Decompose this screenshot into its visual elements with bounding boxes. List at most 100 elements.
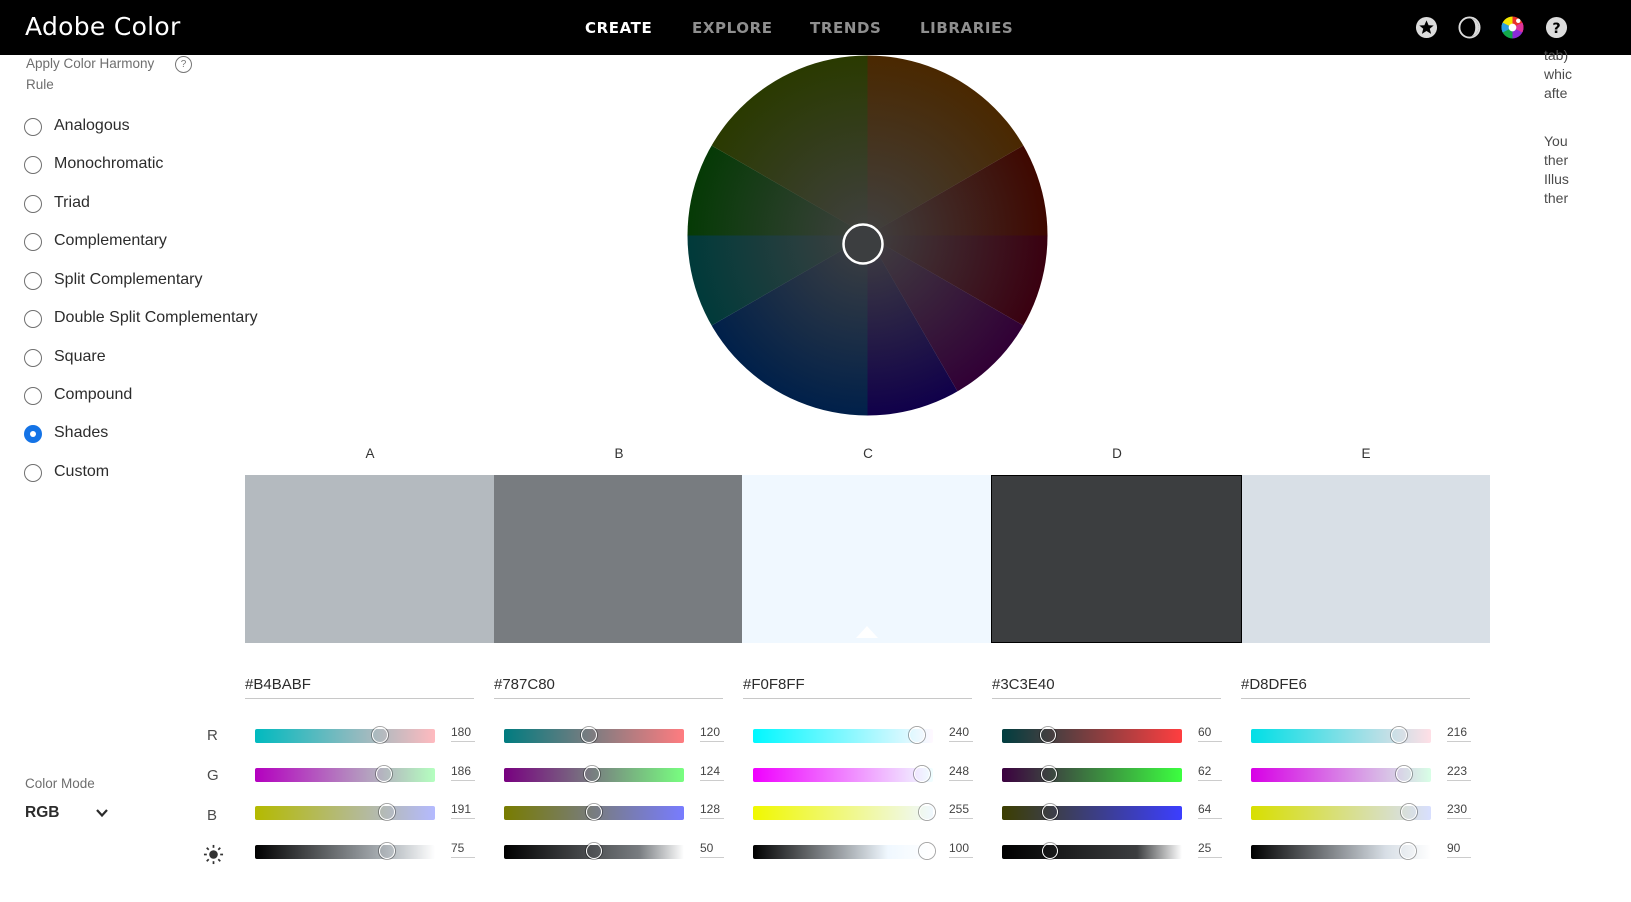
swatch-c[interactable] xyxy=(742,475,991,643)
value-blue-a[interactable]: 191 xyxy=(451,802,475,819)
slider-brightness-e[interactable] xyxy=(1251,843,1431,859)
hex-input-d[interactable]: #3C3E40 xyxy=(992,676,1221,699)
swatch-d[interactable] xyxy=(991,475,1242,643)
slider-thumb[interactable] xyxy=(919,843,935,859)
slider-thumb[interactable] xyxy=(376,766,392,782)
hex-input-b[interactable]: #787C80 xyxy=(494,676,723,699)
star-icon[interactable] xyxy=(1415,16,1438,39)
nav-trends[interactable]: TRENDS xyxy=(810,19,881,37)
radio-icon[interactable] xyxy=(24,349,42,367)
slider-red-d[interactable] xyxy=(1002,727,1182,743)
harmony-help-icon[interactable]: ? xyxy=(175,56,192,73)
value-green-a[interactable]: 186 xyxy=(451,764,475,781)
slider-brightness-c[interactable] xyxy=(753,843,935,859)
value-blue-e[interactable]: 230 xyxy=(1447,802,1471,819)
hex-input-e[interactable]: #D8DFE6 xyxy=(1241,676,1470,699)
value-red-c[interactable]: 240 xyxy=(949,725,973,742)
value-green-c[interactable]: 248 xyxy=(949,764,973,781)
value-brightness-c[interactable]: 100 xyxy=(949,841,973,858)
hex-input-a[interactable]: #B4BABF xyxy=(245,676,474,699)
value-red-a[interactable]: 180 xyxy=(451,725,475,742)
slider-green-e[interactable] xyxy=(1251,766,1431,782)
slider-thumb[interactable] xyxy=(914,766,930,782)
slider-blue-d[interactable] xyxy=(1002,804,1182,820)
value-green-d[interactable]: 62 xyxy=(1198,764,1222,781)
value-green-b[interactable]: 124 xyxy=(700,764,724,781)
slider-green-b[interactable] xyxy=(504,766,684,782)
slider-green-c[interactable] xyxy=(753,766,933,782)
slider-thumb[interactable] xyxy=(909,727,925,743)
brightness-icon xyxy=(203,844,224,865)
slider-thumb[interactable] xyxy=(379,843,395,859)
value-blue-c[interactable]: 255 xyxy=(949,802,973,819)
slider-thumb[interactable] xyxy=(1041,766,1057,782)
slider-thumb[interactable] xyxy=(1401,804,1417,820)
svg-text:?: ? xyxy=(1552,21,1560,37)
radio-icon[interactable] xyxy=(24,387,42,405)
nav-libraries[interactable]: LIBRARIES xyxy=(920,19,1013,37)
slider-thumb[interactable] xyxy=(1396,766,1412,782)
slider-blue-c[interactable] xyxy=(753,804,935,820)
slider-red-e[interactable] xyxy=(1251,727,1431,743)
nav-create[interactable]: CREATE xyxy=(585,19,652,37)
channel-label-b: B xyxy=(207,807,218,824)
value-red-b[interactable]: 120 xyxy=(700,725,724,742)
help-icon[interactable]: ? xyxy=(1545,16,1568,39)
value-brightness-e[interactable]: 90 xyxy=(1447,841,1471,858)
swatch-b[interactable] xyxy=(494,475,742,643)
hex-input-c[interactable]: #F0F8FF xyxy=(743,676,972,699)
slider-thumb[interactable] xyxy=(1400,843,1416,859)
slider-brightness-a[interactable] xyxy=(255,843,435,859)
value-blue-b[interactable]: 128 xyxy=(700,802,724,819)
nav-explore[interactable]: EXPLORE xyxy=(692,19,773,37)
radio-icon[interactable] xyxy=(24,310,42,328)
radio-icon[interactable] xyxy=(24,156,42,174)
color-wheel-icon[interactable] xyxy=(1501,16,1524,39)
radio-icon[interactable] xyxy=(24,195,42,213)
slider-blue-e[interactable] xyxy=(1251,804,1431,820)
slider-blue-b[interactable] xyxy=(504,804,684,820)
value-red-d[interactable]: 60 xyxy=(1198,725,1222,742)
swatch-a[interactable] xyxy=(245,475,494,643)
slider-thumb[interactable] xyxy=(586,843,602,859)
slider-thumb[interactable] xyxy=(586,804,602,820)
radio-icon[interactable] xyxy=(24,118,42,136)
slider-thumb[interactable] xyxy=(581,727,597,743)
radio-icon[interactable] xyxy=(24,464,42,482)
base-color-marker-icon xyxy=(856,626,878,638)
color-wheel[interactable] xyxy=(687,55,1048,416)
slider-red-a[interactable] xyxy=(255,727,435,743)
radio-icon[interactable] xyxy=(24,272,42,290)
swatch-letter-a: A xyxy=(365,446,375,461)
value-brightness-a[interactable]: 75 xyxy=(451,841,475,858)
slider-thumb[interactable] xyxy=(584,766,600,782)
app-logo[interactable]: Adobe Color xyxy=(25,12,181,41)
slider-green-d[interactable] xyxy=(1002,766,1182,782)
slider-brightness-d[interactable] xyxy=(1002,843,1182,859)
color-mode-select[interactable]: RGB xyxy=(25,804,115,826)
value-red-e[interactable]: 216 xyxy=(1447,725,1471,742)
color-mode-label: Color Mode xyxy=(25,776,95,791)
slider-thumb[interactable] xyxy=(372,727,388,743)
contrast-icon[interactable] xyxy=(1458,16,1481,39)
side-note-line: ther xyxy=(1544,152,1569,168)
radio-checked-icon[interactable] xyxy=(24,425,42,443)
slider-thumb[interactable] xyxy=(1391,727,1407,743)
slider-red-c[interactable] xyxy=(753,727,933,743)
slider-thumb[interactable] xyxy=(379,804,395,820)
slider-thumb[interactable] xyxy=(1040,727,1056,743)
radio-icon[interactable] xyxy=(24,233,42,251)
value-brightness-b[interactable]: 50 xyxy=(700,841,724,858)
value-green-e[interactable]: 223 xyxy=(1447,764,1471,781)
value-blue-d[interactable]: 64 xyxy=(1198,802,1222,819)
slider-thumb[interactable] xyxy=(1042,843,1058,859)
slider-red-b[interactable] xyxy=(504,727,684,743)
slider-blue-a[interactable] xyxy=(255,804,435,820)
slider-thumb[interactable] xyxy=(1042,804,1058,820)
swatch-letter-e: E xyxy=(1361,446,1371,461)
slider-brightness-b[interactable] xyxy=(504,843,684,859)
slider-green-a[interactable] xyxy=(255,766,435,782)
value-brightness-d[interactable]: 25 xyxy=(1198,841,1222,858)
slider-thumb[interactable] xyxy=(919,804,935,820)
swatch-e[interactable] xyxy=(1242,475,1490,643)
